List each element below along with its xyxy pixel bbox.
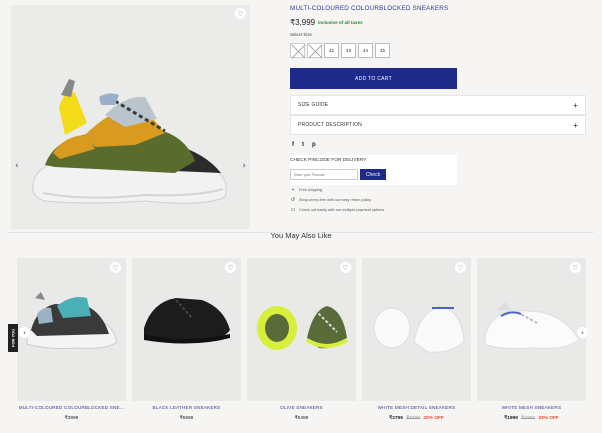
discount-badge: 20% OFF [423, 416, 444, 421]
select-size-label: Select Size [290, 32, 312, 37]
recommendation-price-1: ₹3999 [17, 416, 126, 421]
size-guide-accordion[interactable]: SIZE GUIDE + [290, 95, 586, 115]
feature-text: Check out easily with our multiple payme… [299, 208, 385, 212]
size-option-43[interactable]: 43 [341, 43, 356, 58]
gallery-prev-arrow-icon[interactable]: ‹ [15, 161, 19, 171]
size-option-45[interactable]: 45 [375, 43, 390, 58]
product-thumbnail [257, 306, 349, 350]
gallery-next-arrow-icon[interactable]: › [242, 161, 246, 171]
wishlist-heart-icon[interactable]: ♡ [570, 262, 581, 273]
facebook-icon[interactable]: f [292, 142, 294, 148]
return-icon: ↺ [290, 197, 296, 203]
plus-icon: + [573, 120, 578, 130]
wishlist-heart-icon[interactable]: ♡ [225, 262, 236, 273]
feature-payment-options: ▭ Check out easily with our multiple pay… [290, 207, 385, 213]
size-option-41[interactable]: 41 [307, 43, 322, 58]
recommendation-price-5: ₹1999 ₹2999 33% OFF [477, 416, 586, 421]
pincode-label: CHECK PINCODE FOR DELIVERY [290, 158, 367, 163]
feature-return-policy: ↺ Shop worry-free with our easy return p… [290, 197, 371, 203]
check-pincode-button[interactable]: Check [360, 169, 386, 180]
recommendation-price-2: ₹5999 [132, 416, 241, 421]
feature-text: Shop worry-free with our easy return pol… [299, 198, 372, 202]
price: ₹5999 [179, 416, 194, 421]
for-you-tab[interactable]: FOR YOU [8, 324, 18, 352]
wishlist-heart-icon[interactable]: ♡ [340, 262, 351, 273]
recommendation-name-1[interactable]: MULTI-COLOURED COLOURBLOCKED SNE... [17, 405, 126, 410]
card-icon: ▭ [290, 207, 296, 213]
price: ₹3999 [64, 416, 79, 421]
recommendation-card-2[interactable]: ♡ [132, 258, 241, 401]
carousel-next-arrow-icon[interactable]: › [577, 327, 588, 338]
social-share: f t p [292, 142, 316, 148]
product-image-gallery[interactable]: ♡ ‹ › [11, 5, 250, 229]
wishlist-heart-icon[interactable]: ♡ [110, 262, 121, 273]
recommendations-heading: You May Also Like [270, 231, 332, 240]
product-thumbnail [26, 292, 118, 349]
size-option-42[interactable]: 42 [324, 43, 339, 58]
recommendation-name-4[interactable]: WHITE MESH DETAIL SNEAKERS [362, 405, 471, 410]
tax-note: inclusive of all taxes [318, 20, 363, 25]
product-thumbnail [484, 302, 580, 349]
old-price: ₹3499 [406, 416, 420, 421]
plus-icon: + [573, 100, 578, 110]
product-title: MULTI-COLOURED COLOURBLOCKED SNEAKERS [290, 5, 449, 12]
wishlist-heart-icon[interactable]: ♡ [235, 8, 246, 19]
truck-icon: ▪ [292, 187, 294, 193]
size-guide-label: SIZE GUIDE [298, 102, 329, 108]
twitter-icon[interactable]: t [302, 142, 304, 148]
size-option-44[interactable]: 44 [358, 43, 373, 58]
discount-badge: 33% OFF [538, 416, 559, 421]
pinterest-icon[interactable]: p [312, 142, 316, 148]
product-price: ₹3,999 [290, 18, 316, 27]
recommendation-card-3[interactable]: ♡ [247, 258, 356, 401]
recommendation-name-3[interactable]: OLIVE SNEAKERS [247, 405, 356, 410]
wishlist-heart-icon[interactable]: ♡ [455, 262, 466, 273]
product-description-accordion[interactable]: PRODUCT DESCRIPTION + [290, 115, 586, 135]
product-thumbnail [373, 305, 465, 353]
carousel-prev-arrow-icon[interactable]: ‹ [19, 327, 30, 338]
recommendation-card-4[interactable]: ♡ [362, 258, 471, 401]
price: ₹1999 [504, 416, 518, 421]
price: ₹2799 [389, 416, 403, 421]
size-option-40[interactable]: 40 [290, 43, 305, 58]
recommendation-card-5[interactable]: ♡ [477, 258, 586, 401]
price: ₹5499 [294, 416, 309, 421]
recommendation-name-2[interactable]: BLACK LEATHER SNEAKERS [132, 405, 241, 410]
size-selector: 40 41 42 43 44 45 [290, 43, 390, 58]
recommendation-price-4: ₹2799 ₹3499 20% OFF [362, 416, 471, 421]
product-image-sneaker [32, 79, 227, 204]
feature-free-shipping: ▪ Free shipping [290, 187, 322, 193]
product-description-label: PRODUCT DESCRIPTION [298, 122, 362, 128]
product-thumbnail [144, 298, 230, 344]
recommendation-price-3: ₹5499 [247, 416, 356, 421]
recommendation-card-1[interactable]: ♡ [17, 258, 126, 401]
old-price: ₹2999 [521, 416, 535, 421]
add-to-cart-button[interactable]: ADD TO CART [290, 68, 457, 89]
product-page: ♡ ‹ › MULTI-COLOURED COLOURBLOCKED SNEAK [0, 0, 602, 433]
pincode-input[interactable] [290, 169, 358, 180]
feature-text: Free shipping [299, 188, 323, 192]
recommendation-name-5[interactable]: WHITE MESH SNEAKERS [477, 405, 586, 410]
